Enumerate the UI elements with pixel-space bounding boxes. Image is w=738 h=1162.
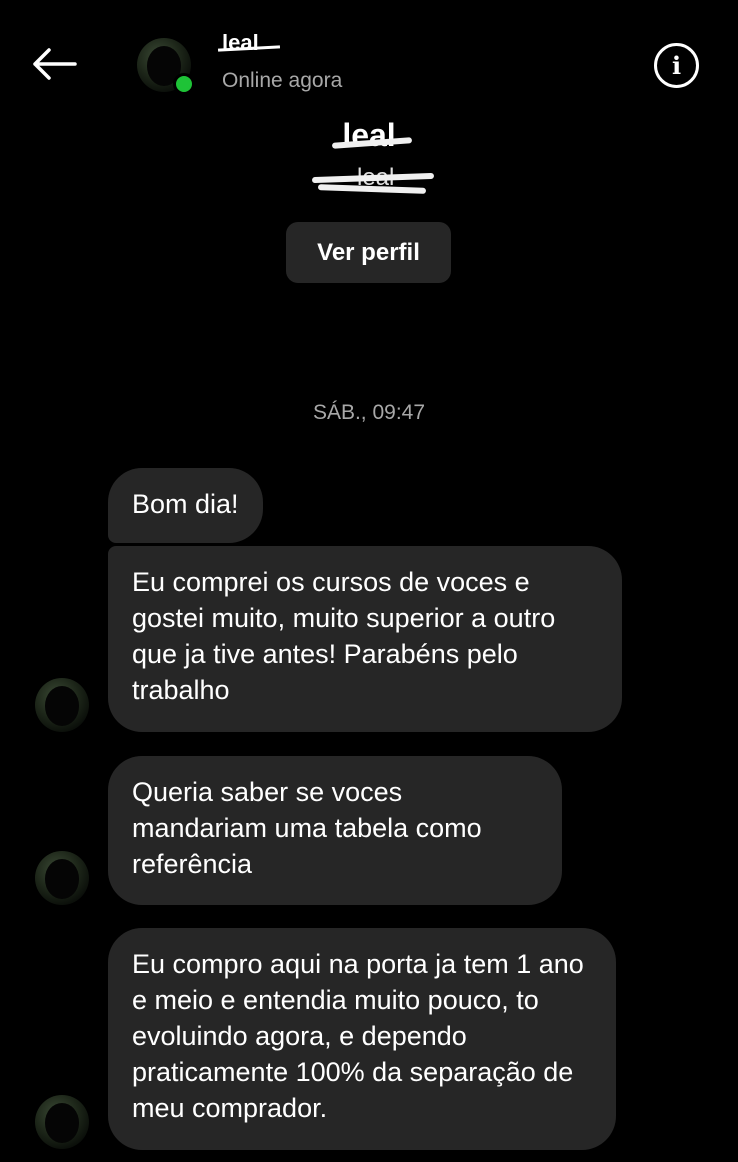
chat-screen: leal Online agora i leal _leal Ver perfi…: [0, 0, 738, 1162]
message-bubble[interactable]: Eu comprei os cursos de voces e gostei m…: [108, 546, 622, 732]
message-bubble[interactable]: Eu compro aqui na porta ja tem 1 ano e m…: [108, 928, 616, 1150]
message-bubble[interactable]: Queria saber se voces mandariam uma tabe…: [108, 756, 562, 905]
header-contact-name[interactable]: leal: [222, 30, 259, 56]
sender-avatar[interactable]: [35, 678, 89, 732]
info-icon: i: [671, 50, 682, 80]
back-button[interactable]: [28, 40, 80, 88]
message-timestamp: SÁB., 09:47: [312, 401, 426, 424]
sender-avatar[interactable]: [35, 851, 89, 905]
sender-avatar[interactable]: [35, 1095, 89, 1149]
info-button[interactable]: i: [654, 43, 699, 88]
profile-name: leal: [342, 117, 396, 153]
online-status-dot: [173, 73, 195, 95]
arrow-left-icon: [33, 48, 77, 80]
view-profile-button[interactable]: Ver perfil: [286, 222, 451, 283]
message-bubble[interactable]: Bom dia!: [108, 468, 263, 543]
online-status-text: Online agora: [222, 69, 343, 92]
